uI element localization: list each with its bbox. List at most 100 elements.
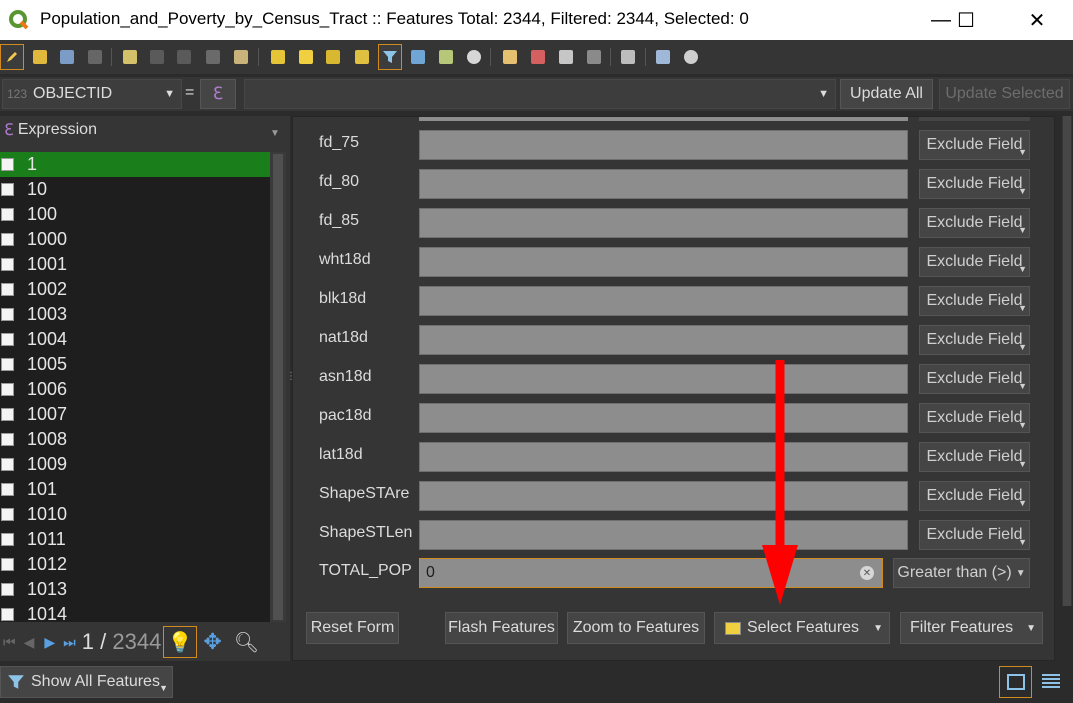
exclude-field-button[interactable]: Exclude Field ▼ (919, 169, 1030, 199)
exclude-field-button[interactable]: Exclude Field ▼ (919, 325, 1030, 355)
list-item[interactable]: 1010 (0, 502, 270, 527)
list-item[interactable]: 1014 (0, 602, 270, 622)
actions-button[interactable] (651, 44, 675, 70)
table-view-button[interactable] (1036, 666, 1066, 698)
expression-dropdown-icon[interactable]: ▼ (270, 128, 280, 139)
zoom-to-selection-button[interactable] (462, 44, 486, 70)
exclude-field-button[interactable]: Exclude Field ▼ (919, 442, 1030, 472)
checkbox-icon[interactable] (1, 258, 14, 271)
list-item[interactable]: 1001 (0, 252, 270, 277)
list-item[interactable]: 100 (0, 202, 270, 227)
highlight-bulb-icon[interactable]: 💡 (163, 626, 198, 658)
list-item[interactable]: 1 (0, 152, 270, 177)
select-features-button[interactable]: Select Features ▼ (714, 612, 890, 644)
list-item[interactable]: 1004 (0, 327, 270, 352)
exclude-field-button[interactable]: Exclude Field ▼ (919, 520, 1030, 550)
form-view-button[interactable] (999, 666, 1032, 698)
checkbox-icon[interactable] (1, 458, 14, 471)
list-item[interactable]: 1005 (0, 352, 270, 377)
maximize-button[interactable]: ☐ (941, 0, 991, 40)
next-feature-icon[interactable]: ▶ (44, 634, 55, 651)
paste-button[interactable] (229, 44, 253, 70)
close-button[interactable]: ✕ (1012, 0, 1062, 40)
reset-form-button[interactable]: Reset Form (306, 612, 399, 644)
checkbox-icon[interactable] (1, 158, 14, 171)
checkbox-icon[interactable] (1, 583, 14, 596)
field-input[interactable] (419, 403, 908, 433)
toggle-editing-button[interactable] (0, 44, 24, 70)
flash-features-button[interactable]: Flash Features (445, 612, 558, 644)
reload-button[interactable] (83, 44, 107, 70)
form-scrollbar[interactable] (1062, 116, 1072, 606)
clear-icon[interactable]: ✕ (860, 566, 874, 580)
copy-button[interactable] (201, 44, 225, 70)
prev-feature-icon[interactable]: ◀ (24, 634, 35, 651)
list-item[interactable]: 10 (0, 177, 270, 202)
checkbox-icon[interactable] (1, 333, 14, 346)
field-input[interactable] (419, 208, 908, 238)
cut-button[interactable] (172, 44, 196, 70)
checkbox-icon[interactable] (1, 533, 14, 546)
splitter-handle[interactable]: ⋮ (286, 372, 296, 382)
exclude-field-button[interactable]: Exclude Field ▼ (919, 208, 1030, 238)
list-item[interactable]: 1000 (0, 227, 270, 252)
checkbox-icon[interactable] (1, 408, 14, 421)
field-input[interactable] (419, 130, 908, 160)
last-feature-icon[interactable]: ⏭ (63, 634, 76, 651)
field-input[interactable] (419, 520, 908, 550)
list-item[interactable]: 1012 (0, 552, 270, 577)
delete-field-button[interactable] (526, 44, 550, 70)
exclude-field-button[interactable]: Exclude Field ▼ (919, 130, 1030, 160)
select-filter-button[interactable] (378, 44, 402, 70)
invert-selection-button[interactable] (321, 44, 345, 70)
update-all-button[interactable]: Update All (840, 79, 933, 109)
field-input[interactable] (419, 286, 908, 316)
zoom-to-features-button[interactable]: Zoom to Features (567, 612, 705, 644)
feature-list-scrollbar[interactable] (270, 152, 286, 622)
checkbox-icon[interactable] (1, 433, 14, 446)
checkbox-icon[interactable] (1, 383, 14, 396)
list-item[interactable]: 1013 (0, 577, 270, 602)
field-input[interactable] (419, 325, 908, 355)
checkbox-icon[interactable] (1, 183, 14, 196)
exclude-field-button[interactable]: Exclude Field ▼ (919, 364, 1030, 394)
checkbox-icon[interactable] (1, 608, 14, 621)
checkbox-icon[interactable] (1, 483, 14, 496)
expression-builder-button[interactable]: ℇ (200, 79, 236, 109)
field-calculator-button[interactable] (554, 44, 578, 70)
identify-button[interactable] (679, 44, 703, 70)
zoom-to-feature-icon[interactable]: 🔍︎ (234, 630, 259, 655)
list-item[interactable]: 1007 (0, 402, 270, 427)
pan-to-selection-button[interactable] (434, 44, 458, 70)
update-selected-button[interactable]: Update Selected (939, 79, 1070, 109)
exclude-field-button[interactable]: Exclude Field ▼ (919, 247, 1030, 277)
checkbox-icon[interactable] (1, 508, 14, 521)
deselect-all-button[interactable] (350, 44, 374, 70)
show-all-features-button[interactable]: Show All Features ▼ (0, 666, 173, 698)
field-input[interactable] (419, 169, 908, 199)
total-pop-input[interactable]: 0 ✕ (419, 558, 883, 588)
multi-edit-button[interactable] (28, 44, 52, 70)
field-input[interactable] (419, 442, 908, 472)
select-all-button[interactable] (294, 44, 318, 70)
checkbox-icon[interactable] (1, 233, 14, 246)
exclude-field-button[interactable]: Exclude Field ▼ (919, 286, 1030, 316)
exclude-field-button[interactable]: Exclude Field ▼ (919, 403, 1030, 433)
list-item[interactable]: 1008 (0, 427, 270, 452)
save-edits-button[interactable] (55, 44, 79, 70)
field-input[interactable] (419, 481, 908, 511)
field-input[interactable] (419, 247, 908, 277)
list-item[interactable]: 1002 (0, 277, 270, 302)
pan-to-feature-icon[interactable]: ✥ (203, 629, 221, 655)
first-feature-icon[interactable]: ⏮ (3, 634, 16, 651)
greater-than-button[interactable]: Greater than (>) ▼ (893, 558, 1030, 588)
list-item[interactable]: 1003 (0, 302, 270, 327)
checkbox-icon[interactable] (1, 558, 14, 571)
checkbox-icon[interactable] (1, 308, 14, 321)
list-item[interactable]: 101 (0, 477, 270, 502)
checkbox-icon[interactable] (1, 283, 14, 296)
dock-button[interactable] (616, 44, 640, 70)
field-input[interactable] (419, 364, 908, 394)
conditional-formatting-button[interactable] (582, 44, 606, 70)
list-item[interactable]: 1006 (0, 377, 270, 402)
